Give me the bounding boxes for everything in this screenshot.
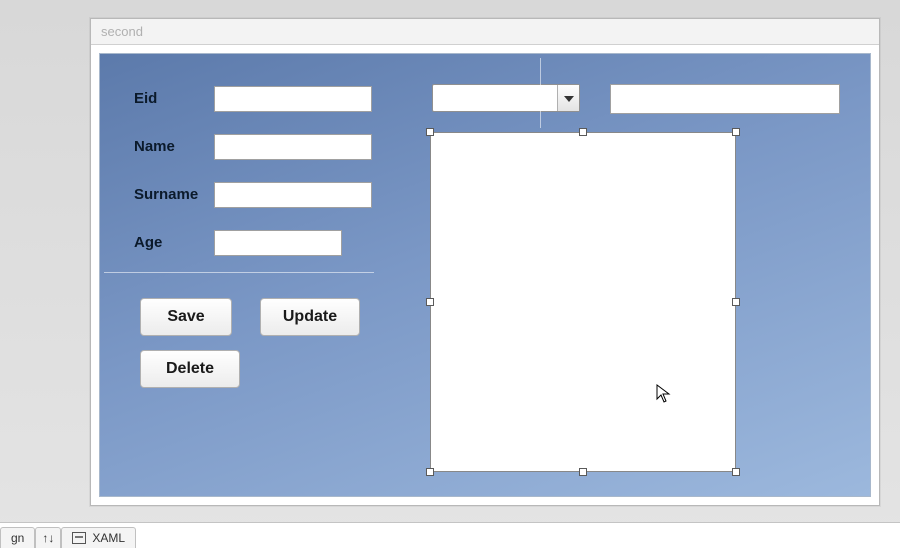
xaml-icon [72, 532, 86, 544]
tab-xaml-label: XAML [92, 531, 125, 545]
swap-panes-button[interactable]: ↑↓ [35, 527, 61, 548]
name-field[interactable] [214, 134, 372, 160]
resize-handle-nw[interactable] [426, 128, 434, 136]
combobox[interactable] [432, 84, 580, 112]
label-eid: Eid [134, 90, 157, 107]
eid-field[interactable] [214, 86, 372, 112]
save-button[interactable]: Save [140, 298, 232, 336]
window-preview: second Eid Name Surname Age Save Update … [90, 18, 880, 506]
resize-handle-ne[interactable] [732, 128, 740, 136]
tab-design-label: gn [11, 531, 24, 545]
resize-handle-n[interactable] [579, 128, 587, 136]
tab-xaml[interactable]: XAML [61, 527, 136, 548]
swap-icon: ↑↓ [42, 532, 54, 544]
surname-field[interactable] [214, 182, 372, 208]
designer-workspace: second Eid Name Surname Age Save Update … [0, 0, 900, 548]
resize-handle-sw[interactable] [426, 468, 434, 476]
content-panel[interactable] [430, 132, 736, 472]
resize-handle-se[interactable] [732, 468, 740, 476]
grid-root[interactable]: Eid Name Surname Age Save Update Delete [99, 53, 871, 497]
search-textbox[interactable] [610, 84, 840, 114]
window-title: second [91, 19, 879, 45]
resize-handle-e[interactable] [732, 298, 740, 306]
resize-handle-s[interactable] [579, 468, 587, 476]
combobox-dropdown-button[interactable] [557, 85, 579, 111]
label-name: Name [134, 138, 175, 155]
label-age: Age [134, 234, 162, 251]
snap-line-vertical [540, 58, 541, 128]
age-field[interactable] [214, 230, 342, 256]
label-surname: Surname [134, 186, 198, 203]
tab-design[interactable]: gn [0, 527, 35, 548]
delete-button[interactable]: Delete [140, 350, 240, 388]
snap-line-horizontal [104, 272, 374, 273]
designer-tabstrip: gn ↑↓ XAML [0, 522, 900, 548]
chevron-down-icon [564, 89, 574, 107]
resize-handle-w[interactable] [426, 298, 434, 306]
update-button[interactable]: Update [260, 298, 360, 336]
